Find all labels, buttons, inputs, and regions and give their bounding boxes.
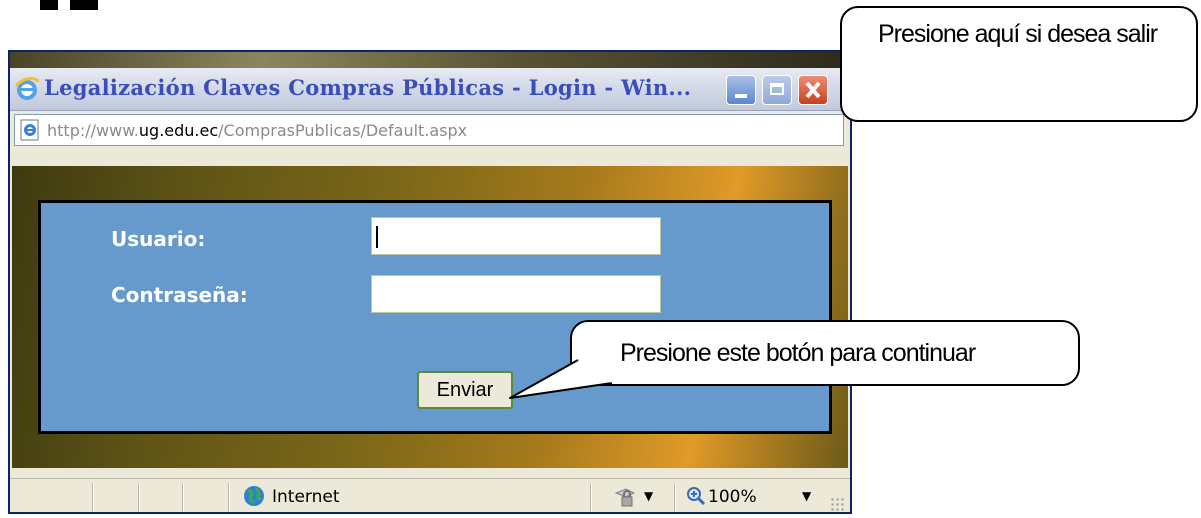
background-strip (10, 52, 850, 68)
globe-icon (244, 486, 264, 506)
maximize-icon (770, 83, 784, 95)
submit-button[interactable]: Enviar (417, 371, 513, 409)
text-caret (376, 226, 378, 248)
continue-callout: Presione este botón para continuar (570, 320, 1080, 386)
browser-window: Legalización Claves Compras Públicas - L… (8, 50, 852, 514)
address-bar[interactable]: http://www.ug.edu.ec/ComprasPublicas/Def… (14, 114, 844, 146)
url-host: ug.edu.ec (138, 121, 219, 140)
user-label: Usuario: (111, 227, 206, 251)
exit-callout: Presione aquí si desea salir (840, 6, 1198, 122)
url-text[interactable]: http://www.ug.edu.ec/ComprasPublicas/Def… (47, 121, 467, 140)
zoom-dropdown-icon[interactable]: ▼ (802, 489, 811, 503)
close-button[interactable] (798, 75, 828, 105)
zoom-icon (687, 487, 706, 506)
status-bar: Internet ▼ 100% ▼ (10, 478, 850, 512)
page-icon (20, 119, 39, 141)
top-edge-fragment (40, 0, 102, 14)
minimize-icon (735, 94, 747, 98)
url-prefix: http://www. (47, 121, 139, 140)
password-input[interactable] (371, 275, 661, 313)
minimize-button[interactable] (726, 75, 756, 105)
zoom-level[interactable]: 100% (708, 487, 757, 507)
page-content: Usuario: Contraseña: Enviar (12, 166, 848, 468)
window-title: Legalización Claves Compras Públicas - L… (44, 75, 692, 100)
login-panel: Usuario: Contraseña: Enviar (38, 200, 832, 434)
close-icon (805, 81, 821, 99)
user-input[interactable] (371, 217, 661, 255)
maximize-button[interactable] (762, 75, 792, 105)
ie-logo-icon (14, 77, 40, 100)
chevron-down-icon[interactable]: ▼ (644, 489, 653, 503)
password-label: Contraseña: (111, 283, 248, 307)
lock-icon[interactable] (612, 485, 638, 509)
security-zone-text: Internet (272, 487, 340, 507)
title-bar[interactable]: Legalización Claves Compras Públicas - L… (10, 68, 850, 111)
resize-grip-icon[interactable] (830, 497, 844, 511)
url-path: /ComprasPublicas/Default.aspx (218, 121, 468, 140)
